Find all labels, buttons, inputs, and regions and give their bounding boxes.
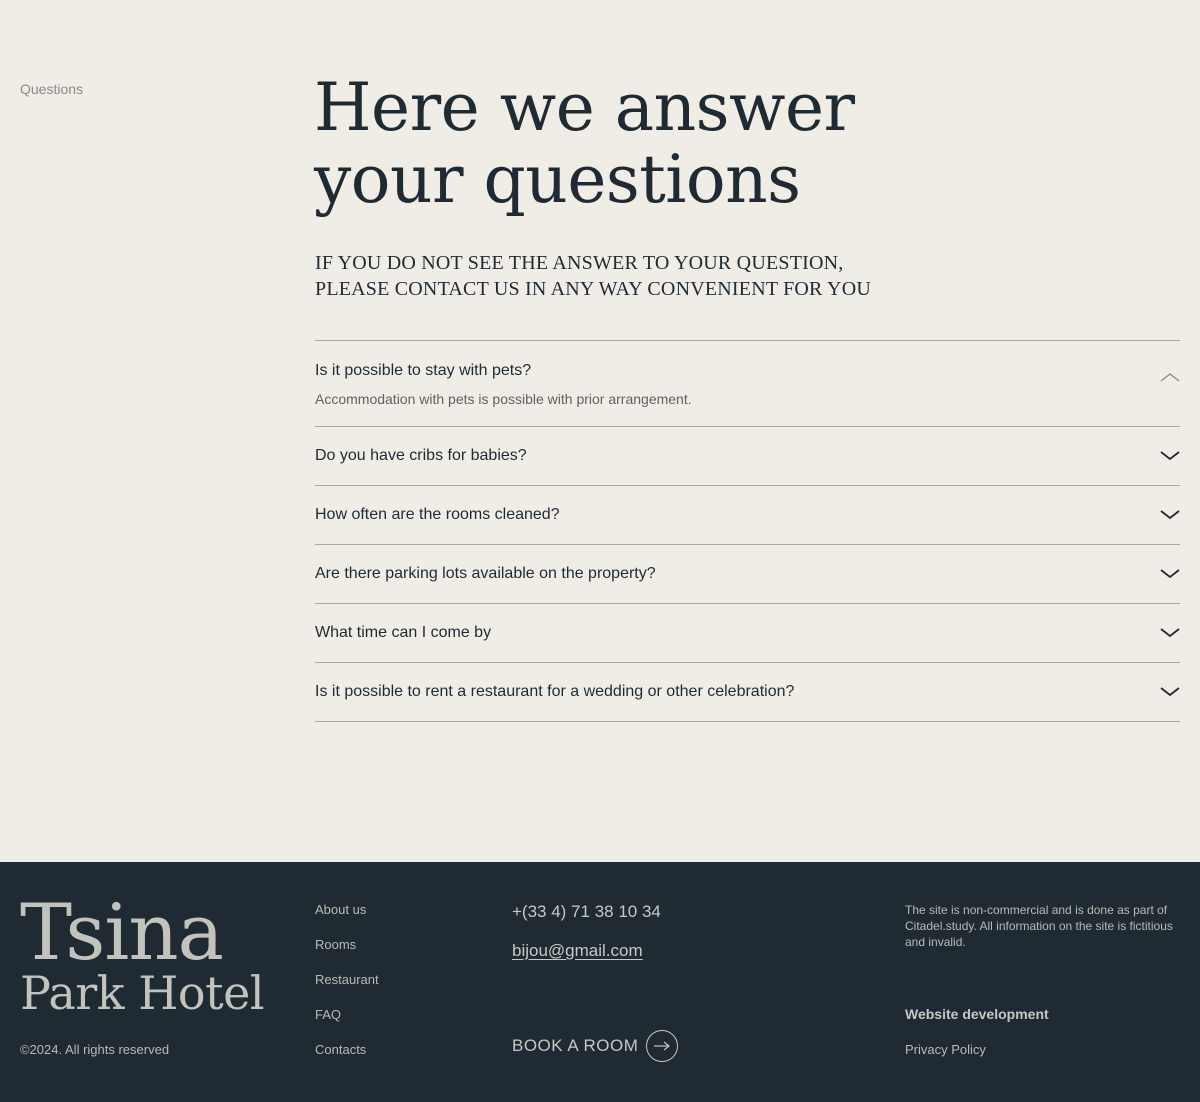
chevron-down-icon[interactable] xyxy=(1160,568,1180,580)
book-room-label: BOOK A ROOM xyxy=(512,1036,639,1055)
footer-link-restaurant[interactable]: Restaurant xyxy=(315,972,379,1007)
faq-item-pets[interactable]: Is it possible to stay with pets? Accomm… xyxy=(315,341,1180,427)
footer-nav: About us Rooms Restaurant FAQ Contacts xyxy=(315,902,379,1077)
website-development-link[interactable]: Website development xyxy=(905,1006,1049,1022)
page-title-line-2: your questions xyxy=(314,141,801,218)
footer-link-faq[interactable]: FAQ xyxy=(315,1007,379,1042)
logo-subtitle: Park Hotel xyxy=(20,966,265,1020)
privacy-policy-link[interactable]: Privacy Policy xyxy=(905,1042,986,1057)
faq-question[interactable]: Are there parking lots available on the … xyxy=(315,565,656,583)
chevron-down-icon[interactable] xyxy=(1160,450,1180,462)
chevron-down-icon[interactable] xyxy=(1160,509,1180,521)
copyright: ©2024. All rights reserved xyxy=(20,1042,170,1057)
faq-answer: Accommodation with pets is possible with… xyxy=(315,391,692,407)
faq-section: Questions Here we answer your questions … xyxy=(0,0,1200,862)
chevron-down-icon[interactable] xyxy=(1160,686,1180,698)
faq-list: Is it possible to stay with pets? Accomm… xyxy=(315,340,1180,722)
disclaimer: The site is non-commercial and is done a… xyxy=(905,903,1173,949)
hotel-logo[interactable]: Tsina Park Hotel xyxy=(20,888,265,1020)
faq-question[interactable]: Is it possible to rent a restaurant for … xyxy=(315,683,794,701)
footer-link-rooms[interactable]: Rooms xyxy=(315,937,379,972)
book-room-button[interactable]: BOOK A ROOM xyxy=(512,1030,679,1062)
email-link[interactable]: bijou@gmail.com xyxy=(512,941,643,961)
section-label: Questions xyxy=(20,81,84,97)
footer: Tsina Park Hotel ©2024. All rights reser… xyxy=(0,862,1200,1102)
chevron-up-icon[interactable] xyxy=(1160,371,1180,383)
arrow-right-icon xyxy=(646,1030,679,1062)
page-title: Here we answer your questions xyxy=(314,72,855,216)
faq-question[interactable]: How often are the rooms cleaned? xyxy=(315,506,560,524)
faq-item-cleaning[interactable]: How often are the rooms cleaned? xyxy=(315,486,1180,545)
page-subtitle: IF YOU DO NOT SEE THE ANSWER TO YOUR QUE… xyxy=(315,250,871,302)
chevron-down-icon[interactable] xyxy=(1160,627,1180,639)
faq-item-cribs[interactable]: Do you have cribs for babies? xyxy=(315,427,1180,486)
faq-question[interactable]: Is it possible to stay with pets? xyxy=(315,362,531,380)
footer-link-contacts[interactable]: Contacts xyxy=(315,1042,379,1077)
page-subtitle-line-2: PLEASE CONTACT US IN ANY WAY CONVENIENT … xyxy=(315,278,871,300)
faq-item-parking[interactable]: Are there parking lots available on the … xyxy=(315,545,1180,604)
faq-question[interactable]: What time can I come by xyxy=(315,624,491,642)
page-subtitle-line-1: IF YOU DO NOT SEE THE ANSWER TO YOUR QUE… xyxy=(315,252,844,274)
faq-item-restaurant-rental[interactable]: Is it possible to rent a restaurant for … xyxy=(315,663,1180,722)
faq-question[interactable]: Do you have cribs for babies? xyxy=(315,447,527,465)
phone-link[interactable]: +(33 4) 71 38 10 34 xyxy=(512,902,661,922)
page-title-line-1: Here we answer xyxy=(314,69,855,146)
logo-wordmark: Tsina xyxy=(20,888,224,978)
footer-link-about[interactable]: About us xyxy=(315,902,379,937)
faq-item-arrival-time[interactable]: What time can I come by xyxy=(315,604,1180,663)
